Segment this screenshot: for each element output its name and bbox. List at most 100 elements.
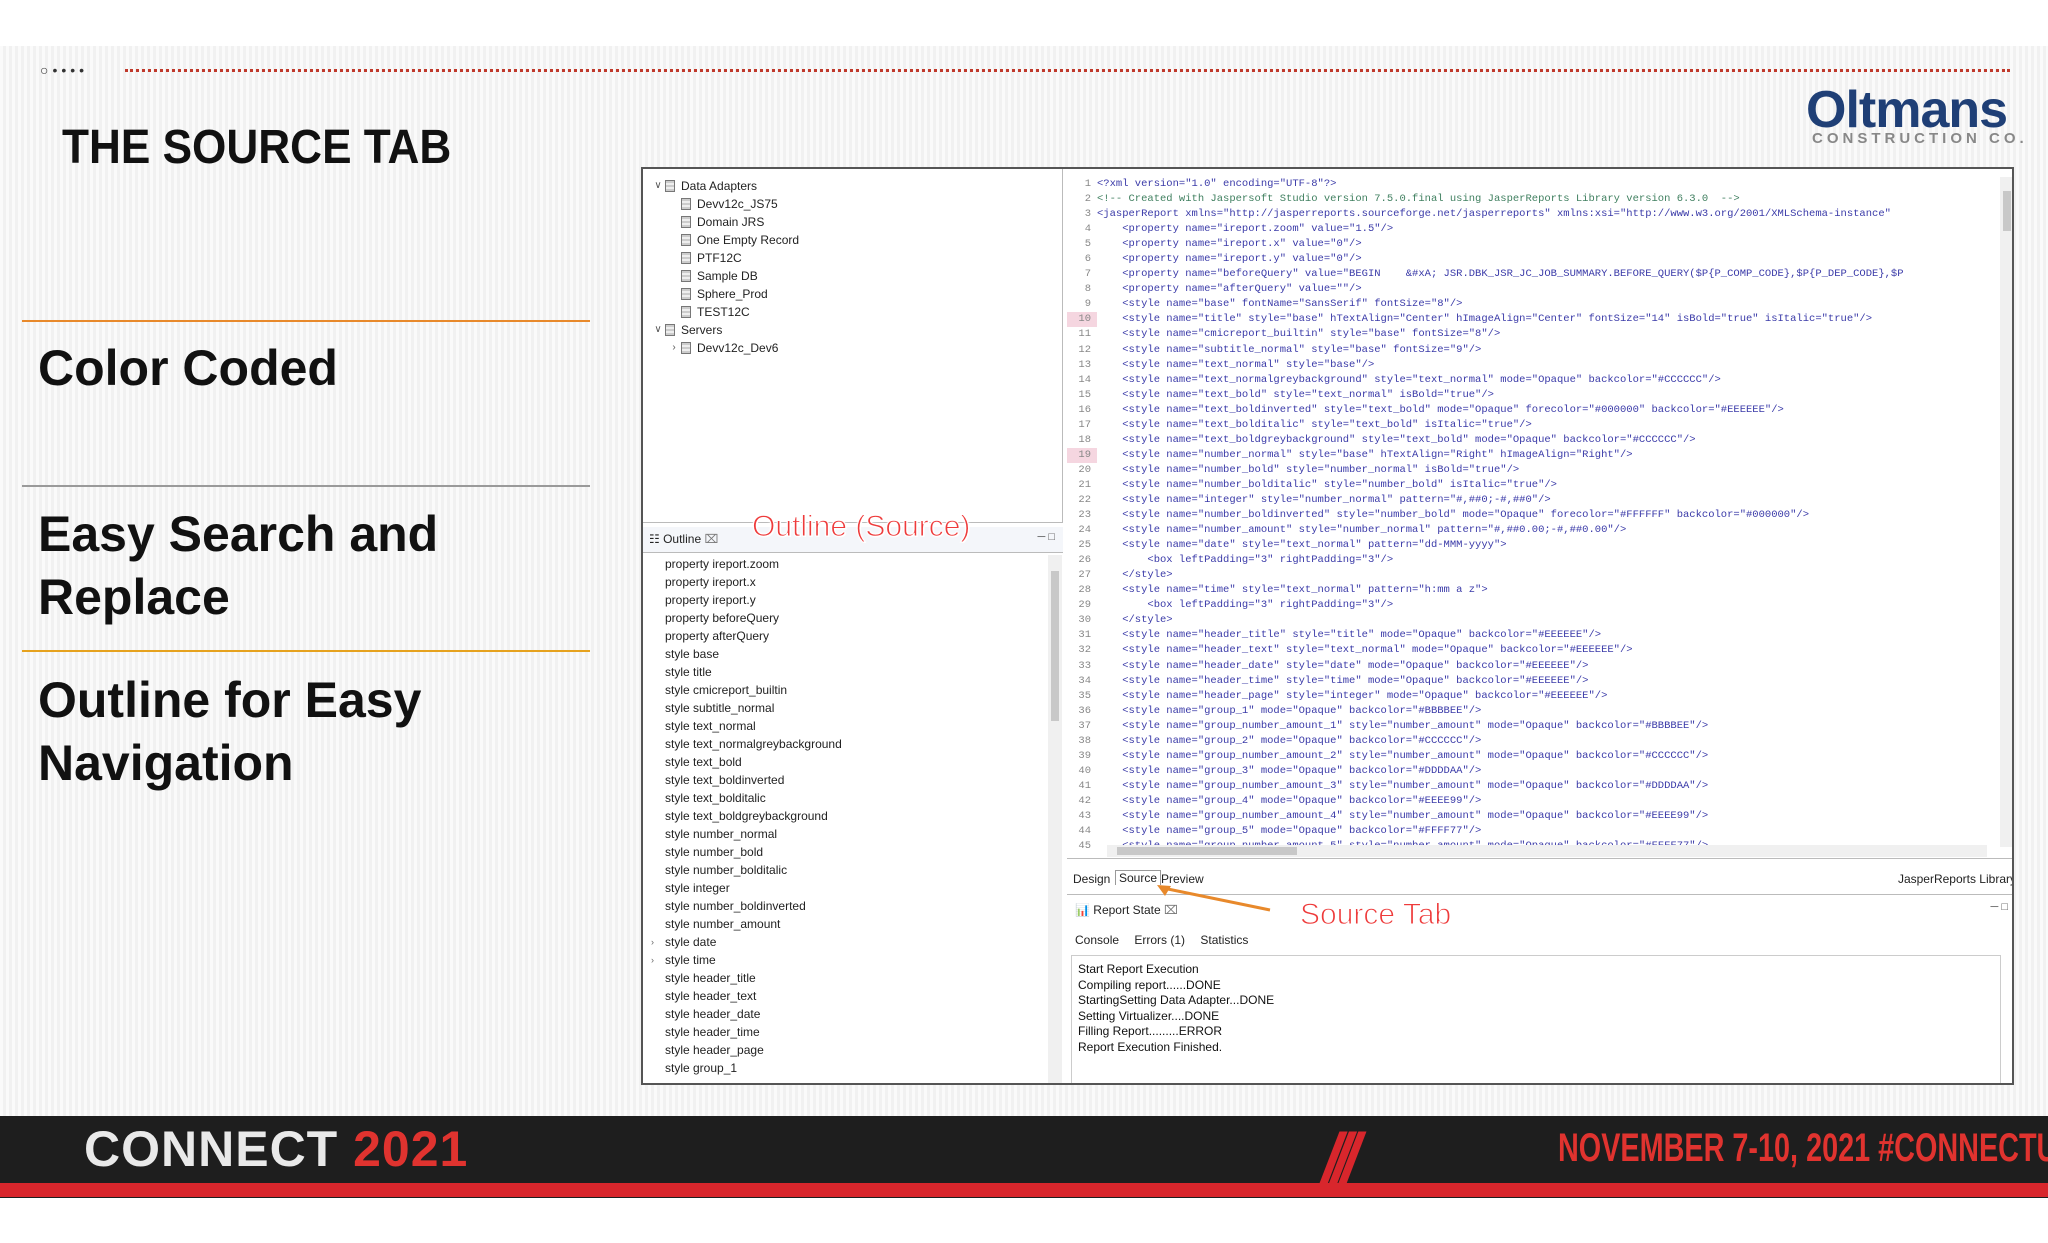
source-editor[interactable]: 1 <?xml version="1.0" encoding="UTF-8"?> 2… [1067,169,2012,859]
chevron-icon[interactable]: ∨ [651,177,665,195]
tab-design[interactable]: Design [1073,872,1110,886]
tree-item-adapter[interactable]: One Empty Record [651,231,799,249]
outline-item[interactable]: style base [643,645,1048,663]
code-line[interactable]: 11 <style name="cmicreport_builtin" styl… [1067,327,1904,342]
code-line[interactable]: 30 </style> [1067,613,1904,628]
code-line[interactable]: 18 <style name="text_boldgreybackground"… [1067,433,1904,448]
tree-item-server[interactable]: › Devv12c_Dev6 [651,339,799,357]
code-line[interactable]: 20 <style name="number_bold" style="numb… [1067,463,1904,478]
tree-item-adapter[interactable]: Sample DB [651,267,799,285]
outline-item[interactable]: style text_bolditalic [643,789,1048,807]
source-hscrollbar[interactable] [1107,845,1987,857]
code-line[interactable]: 5 <property name="ireport.x" value="0"/> [1067,237,1904,252]
chevron-icon[interactable]: ∨ [651,321,665,339]
code-line[interactable]: 17 <style name="text_bolditalic" style="… [1067,418,1904,433]
outline-item[interactable]: style header_time [643,1023,1048,1041]
code-line[interactable]: 3 <jasperReport xmlns="http://jasperrepor… [1067,207,1904,222]
outline-item[interactable]: property ireport.zoom [643,555,1048,573]
code-line[interactable]: 32 <style name="header_text" style="text… [1067,643,1904,658]
chevron-right-icon[interactable]: › [651,933,654,951]
outline-item[interactable]: style group_1 [643,1059,1048,1077]
code-line[interactable]: 34 <style name="header_time" style="time… [1067,674,1904,689]
outline-item[interactable]: style cmicreport_builtin [643,681,1048,699]
outline-item[interactable]: › style time [643,951,1048,969]
outline-item[interactable]: style number_bolditalic [643,861,1048,879]
code-line[interactable]: 39 <style name="group_number_amount_2" s… [1067,749,1904,764]
tree-item-adapter[interactable]: Sphere_Prod [651,285,799,303]
code-line[interactable]: 9 <style name="base" fontName="SansSerif… [1067,297,1904,312]
outline-item[interactable]: style header_page [643,1041,1048,1059]
minimize-maximize-icon[interactable]: ─ □ [1991,901,2009,913]
code-line[interactable]: 41 <style name="group_number_amount_3" s… [1067,779,1904,794]
tree-item-data-adapters[interactable]: ∨ Data Adapters [651,177,799,195]
code-line[interactable]: 29 <box leftPadding="3" rightPadding="3"… [1067,598,1904,613]
source-code[interactable]: 1 <?xml version="1.0" encoding="UTF-8"?> 2… [1067,177,1904,854]
outline-item[interactable]: style number_bold [643,843,1048,861]
outline-item[interactable]: style text_normalgreybackground [643,735,1048,753]
code-line[interactable]: 21 <style name="number_bolditalic" style… [1067,478,1904,493]
outline-item[interactable]: style number_boldinverted [643,897,1048,915]
tab-errors[interactable]: Errors (1) [1134,933,1185,947]
tree-item-adapter[interactable]: Devv12c_JS75 [651,195,799,213]
code-line[interactable]: 14 <style name="text_normalgreybackgroun… [1067,373,1904,388]
outline-scrollbar[interactable] [1048,555,1062,1083]
code-line[interactable]: 43 <style name="group_number_amount_4" s… [1067,809,1904,824]
code-line[interactable]: 37 <style name="group_number_amount_1" s… [1067,719,1904,734]
minimize-maximize-icon[interactable]: ─ □ [1038,531,1056,543]
code-line[interactable]: 36 <style name="group_1" mode="Opaque" b… [1067,704,1904,719]
code-line[interactable]: 13 <style name="text_normal" style="base… [1067,358,1904,373]
code-line[interactable]: 28 <style name="time" style="text_normal… [1067,583,1904,598]
source-scrollbar-thumb[interactable] [2003,191,2011,231]
code-line[interactable]: 24 <style name="number_amount" style="nu… [1067,523,1904,538]
outline-item[interactable]: property afterQuery [643,627,1048,645]
code-line[interactable]: 33 <style name="header_date" style="date… [1067,659,1904,674]
code-line[interactable]: 8 <property name="afterQuery" value=""/> [1067,282,1904,297]
outline-item[interactable]: style subtitle_normal [643,699,1048,717]
code-line[interactable]: 23 <style name="number_boldinverted" sty… [1067,508,1904,523]
close-icon[interactable]: ⌧ [704,532,718,546]
code-line[interactable]: 10 <style name="title" style="base" hTex… [1067,312,1904,328]
code-line[interactable]: 16 <style name="text_boldinverted" style… [1067,403,1904,418]
chevron-right-icon[interactable]: › [651,951,654,969]
code-line[interactable]: 19 <style name="number_normal" style="ba… [1067,447,1904,463]
outline-item[interactable]: style text_boldinverted [643,771,1048,789]
code-line[interactable]: 31 <style name="header_title" style="tit… [1067,628,1904,643]
code-line[interactable]: 40 <style name="group_3" mode="Opaque" b… [1067,764,1904,779]
code-line[interactable]: 44 <style name="group_5" mode="Opaque" b… [1067,824,1904,839]
outline-item[interactable]: style header_date [643,1005,1048,1023]
outline-item[interactable]: style integer [643,879,1048,897]
source-scrollbar[interactable] [2000,177,2012,847]
code-line[interactable]: 22 <style name="integer" style="number_n… [1067,493,1904,508]
code-line[interactable]: 7 <property name="beforeQuery" value="BE… [1067,267,1904,282]
outline-item[interactable]: › style date [643,933,1048,951]
tab-statistics[interactable]: Statistics [1200,933,1248,947]
code-line[interactable]: 35 <style name="header_page" style="inte… [1067,689,1904,704]
code-line[interactable]: 25 <style name="date" style="text_normal… [1067,538,1904,553]
code-line[interactable]: 15 <style name="text_bold" style="text_n… [1067,388,1904,403]
outline-item[interactable]: style text_bold [643,753,1048,771]
tree-item-servers[interactable]: ∨ Servers [651,321,799,339]
tree-item-adapter[interactable]: Domain JRS [651,213,799,231]
outline-item[interactable]: property ireport.y [643,591,1048,609]
outline-item[interactable]: property ireport.x [643,573,1048,591]
outline-item[interactable]: style number_normal [643,825,1048,843]
code-line[interactable]: 27 </style> [1067,568,1904,583]
tree-item-adapter[interactable]: PTF12C [651,249,799,267]
outline-item[interactable]: style title [643,663,1048,681]
code-line[interactable]: 12 <style name="subtitle_normal" style="… [1067,343,1904,358]
code-line[interactable]: 1 <?xml version="1.0" encoding="UTF-8"?> [1067,177,1904,192]
tab-console[interactable]: Console [1075,933,1119,947]
chevron-icon[interactable]: › [667,339,681,357]
outline-tab[interactable]: ☷ Outline ⌧ [649,532,718,546]
outline-scrollbar-thumb[interactable] [1051,571,1059,721]
outline-item[interactable]: property beforeQuery [643,609,1048,627]
code-line[interactable]: 6 <property name="ireport.y" value="0"/> [1067,252,1904,267]
outline-item[interactable]: style header_title [643,969,1048,987]
tree-item-adapter[interactable]: TEST12C [651,303,799,321]
code-line[interactable]: 42 <style name="group_4" mode="Opaque" b… [1067,794,1904,809]
code-line[interactable]: 2 <!-- Created with Jaspersoft Studio ver… [1067,192,1904,207]
outline-item[interactable]: style text_normal [643,717,1048,735]
code-line[interactable]: 26 <box leftPadding="3" rightPadding="3"… [1067,553,1904,568]
outline-item[interactable]: style header_text [643,987,1048,1005]
outline-item[interactable]: style text_boldgreybackground [643,807,1048,825]
